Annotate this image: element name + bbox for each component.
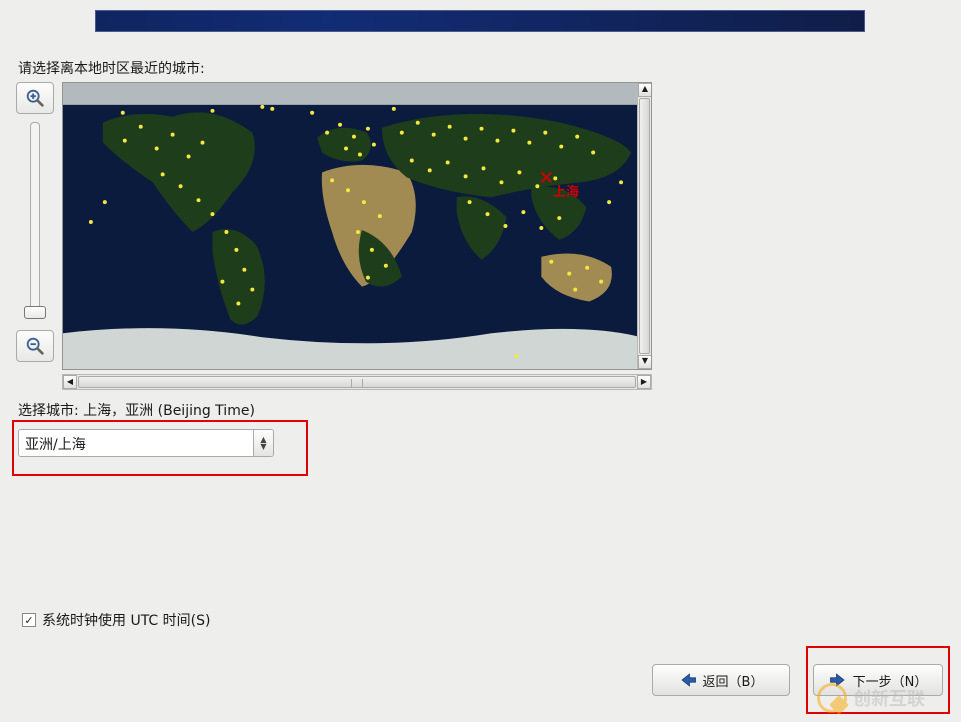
zoom-in-button[interactable] [16,82,54,114]
instruction-label: 请选择离本地时区最近的城市: [18,58,205,78]
next-button-label: 下一步（N） [853,671,928,690]
map-horizontal-scrollbar[interactable]: ◀ ▶ [62,374,652,390]
header-banner [95,10,865,32]
horizontal-scroll-thumb[interactable] [78,376,636,388]
selected-city-marker-label: 上海 [553,181,579,200]
zoom-out-icon [24,335,46,357]
arrow-left-icon [679,671,697,689]
combobox-spinner-icon[interactable]: ▲▼ [253,430,273,456]
scroll-left-button[interactable]: ◀ [63,375,77,389]
checkbox-box: ✓ [22,613,36,627]
utc-checkbox-label: 系统时钟使用 UTC 时间(S) [42,610,210,630]
timezone-combobox[interactable]: 亚洲/上海 ▲▼ [18,429,274,457]
back-button-label: 返回（B） [703,671,764,690]
scroll-right-button[interactable]: ▶ [637,375,651,389]
arrow-right-icon [829,671,847,689]
selected-city-label: 选择城市: 上海，亚洲 (Beijing Time) [18,400,255,420]
next-button-highlight: 下一步（N） [806,646,950,714]
utc-checkbox[interactable]: ✓ 系统时钟使用 UTC 时间(S) [22,610,210,630]
timezone-map-area: 上海 ▲ ▼ ◀ ▶ [16,82,652,390]
timezone-value: 亚洲/上海 [19,430,253,456]
zoom-in-icon [24,87,46,109]
zoom-slider-handle[interactable] [24,306,46,319]
map-vertical-scrollbar[interactable]: ▲ ▼ [637,83,651,369]
back-button[interactable]: 返回（B） [652,664,790,696]
zoom-controls [16,82,60,362]
next-button[interactable]: 下一步（N） [813,664,943,696]
scroll-up-button[interactable]: ▲ [638,83,652,97]
vertical-scroll-thumb[interactable] [639,98,650,354]
scroll-down-button[interactable]: ▼ [638,355,652,369]
zoom-slider-track[interactable] [30,122,40,317]
world-map[interactable]: 上海 ▲ ▼ [62,82,652,370]
zoom-out-button[interactable] [16,330,54,362]
world-map-svg [63,83,637,369]
